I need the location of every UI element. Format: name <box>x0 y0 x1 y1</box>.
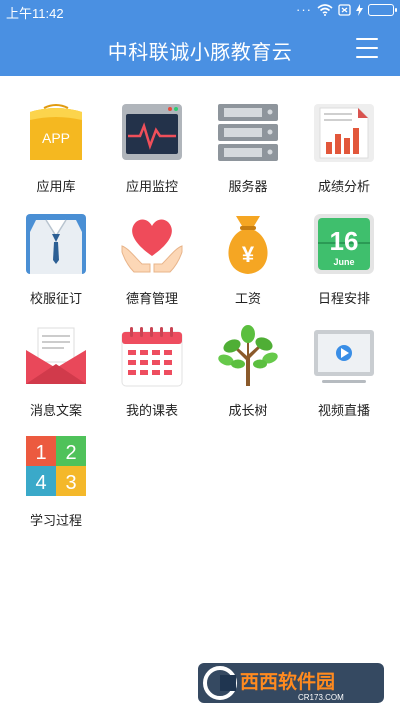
more-dots-icon: ··· <box>296 2 312 17</box>
status-time: 上午11:42 <box>6 6 64 21</box>
status-icons: ··· <box>296 2 397 17</box>
app-label: 日程安排 <box>317 291 370 306</box>
app-item-monitor[interactable]: 应用监控 <box>102 96 202 196</box>
app-label: 视频直播 <box>317 403 370 418</box>
uniform-icon <box>24 212 88 276</box>
app-label: 我的课表 <box>125 403 178 418</box>
app-label: 工资 <box>234 291 261 306</box>
money-symbol: ¥ <box>242 242 255 267</box>
envelope-icon <box>24 324 88 388</box>
charging-icon <box>356 3 363 16</box>
app-item-salary[interactable]: ¥ 工资 <box>198 208 298 308</box>
app-item-timetable[interactable]: 我的课表 <box>102 320 202 420</box>
app-item-video-live[interactable]: 视频直播 <box>294 320 394 420</box>
watermark-sub: CR173.COM <box>298 693 344 702</box>
wifi-icon <box>317 3 333 16</box>
monitor-icon <box>120 100 184 164</box>
watermark-logo: 西西软件园 CR173.COM <box>198 661 384 705</box>
app-label: 成长树 <box>228 403 268 418</box>
app-store-text: APP <box>42 130 70 146</box>
app-item-moral-education[interactable]: 德育管理 <box>102 208 202 308</box>
app-item-learning-process[interactable]: 1 2 4 3 学习过程 <box>6 430 106 530</box>
app-item-grade-analysis[interactable]: 成绩分析 <box>294 96 394 196</box>
app-label: 服务器 <box>228 179 268 194</box>
calendar-day: 16 <box>330 226 359 256</box>
status-bar: 上午11:42 ··· <box>0 0 400 22</box>
app-header: 中科联诚小豚教育云 <box>0 22 400 76</box>
server-icon <box>216 100 280 164</box>
app-item-app-store[interactable]: APP 应用库 <box>6 96 106 196</box>
app-label: 成绩分析 <box>317 179 370 194</box>
app-item-messages[interactable]: 消息文案 <box>6 320 106 420</box>
money-bag-icon: ¥ <box>216 212 280 276</box>
app-label: 应用库 <box>36 179 76 194</box>
sim-off-icon <box>338 3 351 16</box>
hamburger-menu-icon[interactable] <box>356 38 378 58</box>
app-label: 德育管理 <box>125 291 178 306</box>
app-item-growth-tree[interactable]: 成长树 <box>198 320 298 420</box>
page-title: 中科联诚小豚教育云 <box>107 42 293 64</box>
app-bag-icon: APP <box>24 100 88 164</box>
digit-4: 4 <box>35 472 46 494</box>
app-item-uniform[interactable]: 校服征订 <box>6 208 106 308</box>
app-label: 校服征订 <box>29 291 82 306</box>
video-icon <box>312 324 376 388</box>
digit-2: 2 <box>65 442 76 464</box>
app-item-server[interactable]: 服务器 <box>198 96 298 196</box>
heart-hands-icon <box>120 212 184 276</box>
battery-icon <box>368 3 397 16</box>
app-item-schedule[interactable]: 16 June 日程安排 <box>294 208 394 308</box>
app-label: 学习过程 <box>29 513 82 528</box>
schedule-icon <box>120 324 184 388</box>
digit-3: 3 <box>65 472 76 494</box>
numbers-grid-icon: 1 2 4 3 <box>24 434 88 498</box>
digit-1: 1 <box>35 442 46 464</box>
bar-chart-icon <box>312 100 376 164</box>
watermark-main: 西西软件园 <box>240 670 335 693</box>
app-label: 应用监控 <box>125 179 178 194</box>
calendar-month: June <box>333 257 354 267</box>
tree-icon <box>216 324 280 388</box>
calendar-date-icon: 16 June <box>312 212 376 276</box>
app-label: 消息文案 <box>29 403 82 418</box>
